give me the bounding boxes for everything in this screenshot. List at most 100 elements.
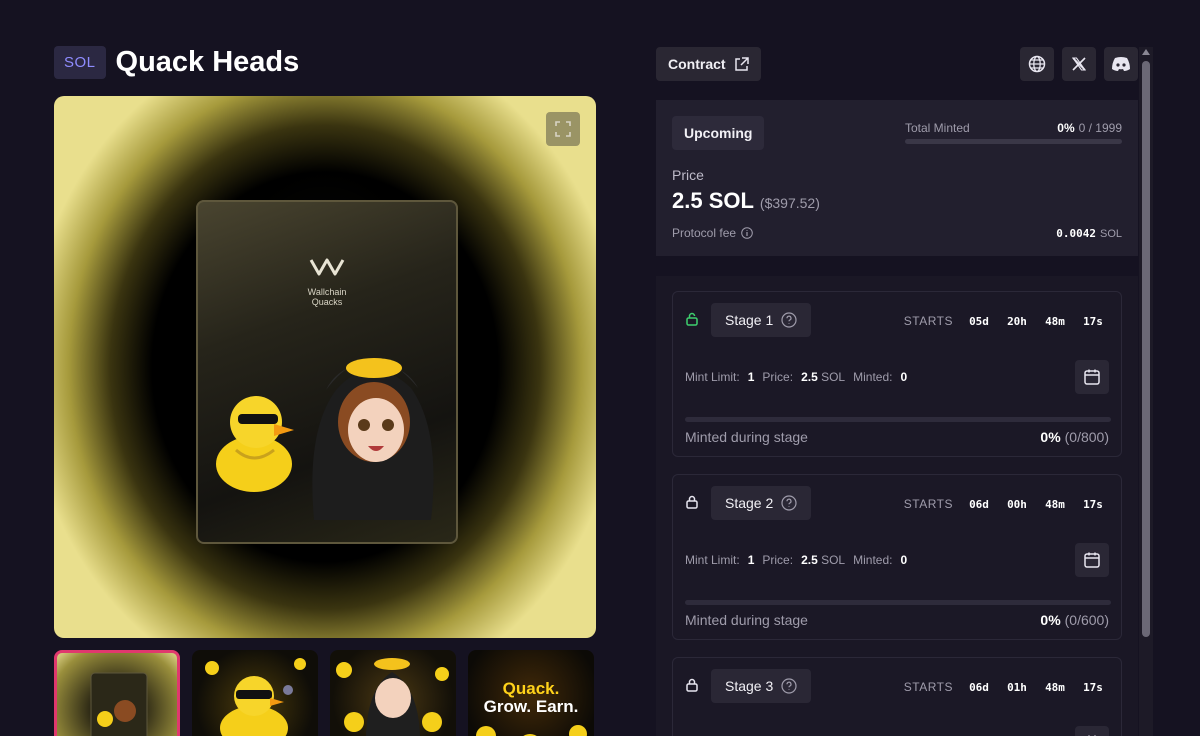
mint-limit-value: 1: [747, 370, 755, 384]
expand-icon: [555, 121, 571, 137]
stage-progress-percent: 0%: [1040, 429, 1061, 445]
countdown-hours: 20h: [1007, 314, 1027, 328]
hero-image: Wallchain Quacks: [54, 96, 596, 638]
slogan-thumbnail-art: [476, 725, 587, 736]
lock-icon: [686, 678, 698, 692]
stage-card-3: Stage 3 STARTS 06d 01h 48m 17s: [672, 657, 1122, 736]
globe-icon: [1028, 55, 1046, 73]
thumbnail-3[interactable]: [330, 650, 456, 736]
pack-logo: Wallchain Quacks: [292, 256, 362, 307]
countdown-seconds: 17s: [1083, 497, 1103, 511]
mint-limit-label: Mint Limit:: [685, 370, 740, 384]
stage-progress-label: Minted during stage: [685, 429, 808, 445]
stage-3-button[interactable]: Stage 3: [711, 669, 812, 703]
stage-1-name: Stage 1: [725, 312, 774, 328]
starts-label: STARTS: [903, 680, 953, 694]
stages-list: Stage 1 STARTS 05d 20h 48m 17s Mint Limi…: [656, 276, 1138, 736]
price-value: 2.5 SOL ($397.52): [672, 188, 820, 214]
stage-2-info: Mint Limit: 1 Price: 2.5 SOL Minted: 0: [685, 553, 907, 567]
minted-value: 0: [900, 553, 908, 567]
x-twitter-button[interactable]: [1062, 47, 1096, 81]
price-usd: ($397.52): [759, 195, 820, 211]
wallchain-logo-icon: [309, 258, 345, 276]
stage-card-1: Stage 1 STARTS 05d 20h 48m 17s Mint Limi…: [672, 291, 1122, 457]
protocol-fee-label: Protocol fee: [672, 226, 753, 240]
protocol-fee-text: Protocol fee: [672, 226, 737, 240]
help-icon[interactable]: [781, 495, 797, 511]
stage-card-2: Stage 2 STARTS 06d 00h 48m 17s Mint Limi…: [672, 474, 1122, 640]
protocol-fee-unit: SOL: [1099, 228, 1122, 240]
countdown-days: 06d: [969, 680, 989, 694]
price-sol: 2.5 SOL: [672, 188, 754, 213]
price-label: Price:: [762, 370, 794, 384]
countdown-minutes: 48m: [1045, 680, 1065, 694]
hooded-girl-illustration: [312, 358, 434, 520]
thumbnail-4[interactable]: Quack. Grow. Earn.: [468, 650, 594, 736]
girl-thumbnail-art: [336, 658, 449, 736]
scroll-up-arrow-icon[interactable]: [1142, 49, 1150, 55]
countdown-hours: 01h: [1007, 680, 1027, 694]
minted-label: Minted:: [853, 370, 893, 384]
add-to-calendar-button[interactable]: [1075, 726, 1109, 736]
stage-progress-value: 0% (0/800): [1040, 429, 1109, 445]
discord-button[interactable]: [1104, 47, 1138, 81]
contract-button[interactable]: Contract: [656, 47, 761, 81]
chain-badge: SOL: [54, 46, 106, 79]
collection-header: SOL Quack Heads: [54, 46, 299, 79]
scrollbar-thumb[interactable]: [1142, 61, 1150, 637]
stage-2-name: Stage 2: [725, 495, 774, 511]
stage-price-value: 2.5: [801, 370, 818, 384]
stage-2-button[interactable]: Stage 2: [711, 486, 812, 520]
stage-progress-label: Minted during stage: [685, 612, 808, 628]
countdown-hours: 00h: [1007, 497, 1027, 511]
help-icon[interactable]: [781, 678, 797, 694]
page-scrollbar[interactable]: [1139, 47, 1153, 736]
protocol-fee-value: 0.0042 SOL: [1056, 227, 1122, 240]
stage-progress-value: 0% (0/600): [1040, 612, 1109, 628]
stage-1-info: Mint Limit: 1 Price: 2.5 SOL Minted: 0: [685, 370, 907, 384]
price-label: Price: [672, 167, 704, 183]
external-link-icon: [734, 56, 749, 71]
x-icon: [1071, 57, 1087, 71]
website-button[interactable]: [1020, 47, 1054, 81]
contract-label: Contract: [668, 56, 726, 72]
help-icon[interactable]: [781, 312, 797, 328]
total-minted-count: 0 / 1999: [1078, 121, 1122, 135]
total-minted-value: 0% 0 / 1999: [1057, 121, 1122, 135]
thumbnail-1[interactable]: [54, 650, 180, 736]
add-to-calendar-button[interactable]: [1075, 543, 1109, 577]
mint-limit-label: Mint Limit:: [685, 553, 740, 567]
calendar-icon: [1084, 369, 1100, 385]
total-minted-percent: 0%: [1057, 121, 1075, 135]
pack-thumbnail-art: [90, 672, 148, 736]
stage-1-countdown: STARTS 05d 20h 48m 17s: [904, 314, 1105, 328]
stage-1-button[interactable]: Stage 1: [711, 303, 812, 337]
countdown-minutes: 48m: [1045, 314, 1065, 328]
starts-label: STARTS: [903, 314, 953, 328]
discord-icon: [1112, 57, 1130, 71]
add-to-calendar-button[interactable]: [1075, 360, 1109, 394]
stage-price-unit: SOL: [821, 370, 846, 384]
stage-1-progress-bar: [685, 417, 1111, 422]
info-icon[interactable]: [741, 227, 753, 239]
countdown-days: 05d: [969, 314, 989, 328]
starts-label: STARTS: [903, 497, 953, 511]
rubber-duck-illustration: [216, 396, 294, 492]
expand-button[interactable]: [546, 112, 580, 146]
mint-summary-panel: Upcoming Total Minted 0% 0 / 1999 Price 2…: [656, 100, 1138, 256]
unlocked-icon: [686, 312, 698, 326]
protocol-fee-amount: 0.0042: [1056, 227, 1096, 240]
thumbnail-2[interactable]: [192, 650, 318, 736]
stage-2-countdown: STARTS 06d 00h 48m 17s: [904, 497, 1105, 511]
stage-3-countdown: STARTS 06d 01h 48m 17s: [904, 680, 1105, 694]
stage-progress-percent: 0%: [1040, 612, 1061, 628]
countdown-seconds: 17s: [1083, 314, 1103, 328]
duck-thumbnail-art: [205, 658, 306, 736]
countdown-seconds: 17s: [1083, 680, 1103, 694]
snack-pack-artwork: Wallchain Quacks: [196, 200, 458, 544]
countdown-minutes: 48m: [1045, 497, 1065, 511]
lock-icon: [686, 495, 698, 509]
minted-label: Minted:: [853, 553, 893, 567]
total-minted-label: Total Minted: [905, 121, 970, 135]
total-minted-progress-bar: [905, 139, 1122, 144]
